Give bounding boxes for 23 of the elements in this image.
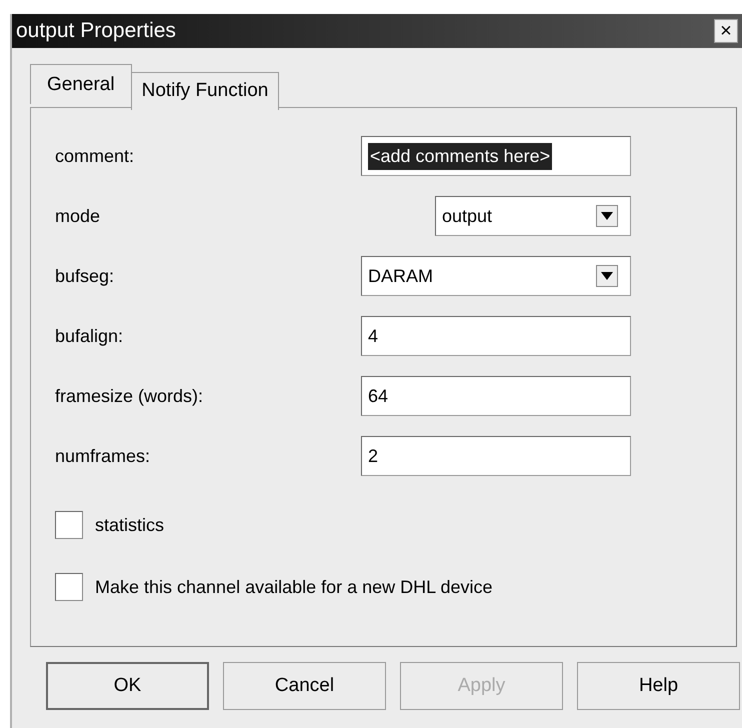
dialog-button[interactable]: Help	[577, 662, 740, 710]
field-label: mode	[55, 204, 102, 228]
tab[interactable]: Notify Function	[130, 72, 280, 110]
input-field[interactable]: 4	[361, 316, 631, 356]
checkbox-label: statistics	[95, 514, 164, 536]
field-label: framesize (words):	[55, 384, 204, 408]
dropdown[interactable]: output	[435, 196, 631, 236]
window-title: output Properties	[16, 18, 176, 44]
tab[interactable]: General	[30, 64, 132, 104]
field-label: numframes:	[55, 444, 152, 468]
close-button[interactable]: ×	[714, 19, 738, 43]
dialog-button[interactable]: Cancel	[223, 662, 386, 710]
field-label: bufalign:	[55, 324, 124, 348]
checkbox-label: Make this channel available for a new DHL device	[95, 576, 493, 598]
dialog-button[interactable]: OK	[46, 662, 209, 710]
checkbox[interactable]	[55, 573, 83, 601]
field-label: comment:	[55, 144, 136, 168]
input-field[interactable]: 2	[361, 436, 631, 476]
field-label: bufseg:	[55, 264, 116, 288]
checkbox[interactable]	[55, 511, 83, 539]
input-field[interactable]: <add comments here>	[361, 136, 631, 176]
dropdown[interactable]: DARAM	[361, 256, 631, 296]
input-field[interactable]: 64	[361, 376, 631, 416]
